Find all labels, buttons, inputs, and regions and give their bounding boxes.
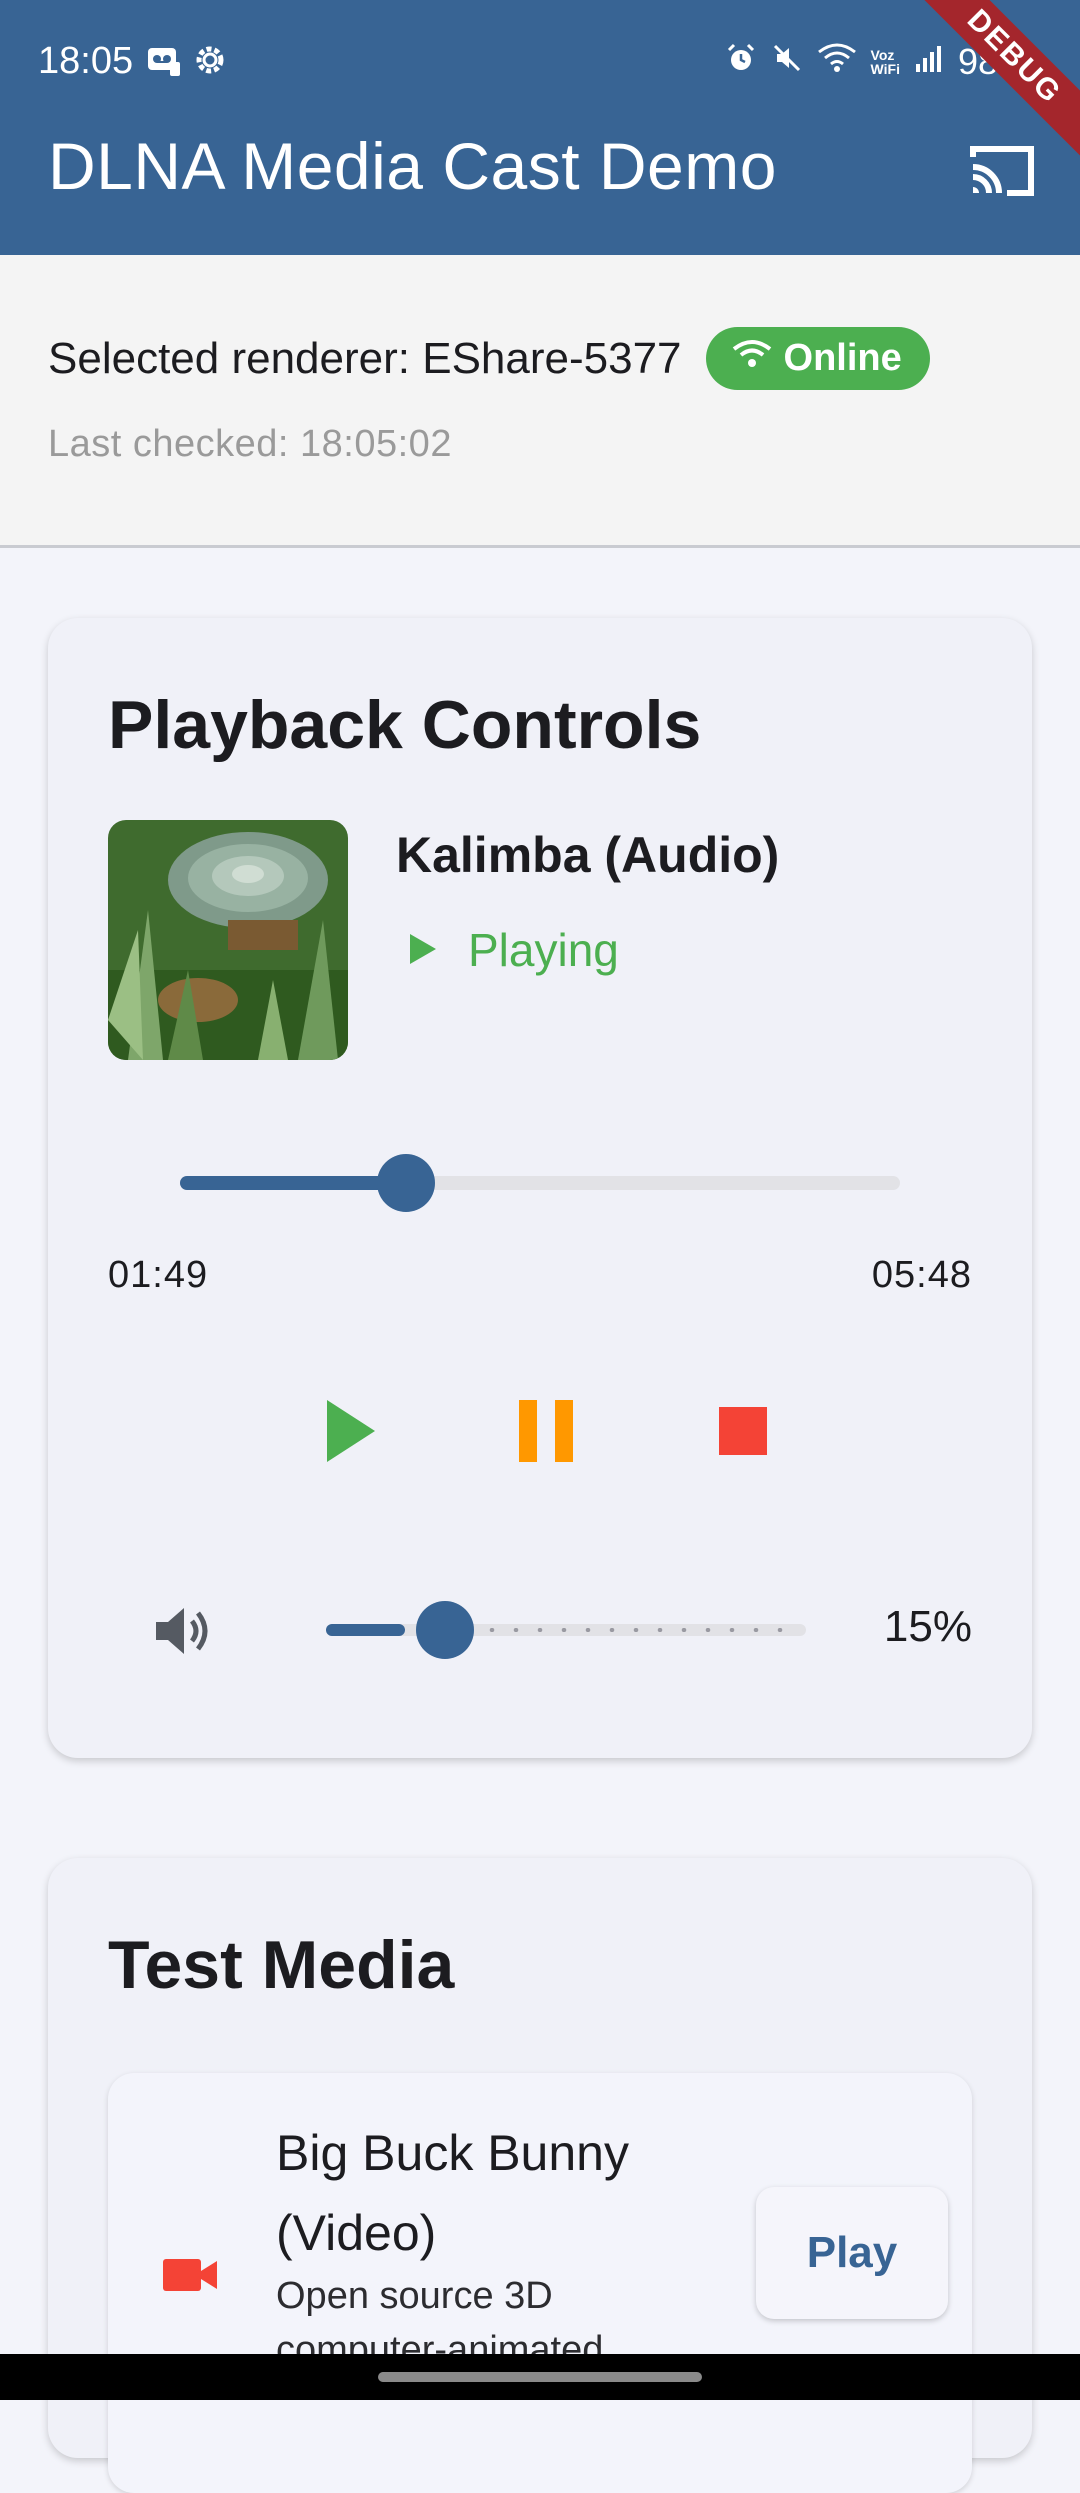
track-duration: 05:48 xyxy=(871,1254,972,1296)
volume-percent: 15% xyxy=(883,1602,972,1651)
home-gesture-handle[interactable] xyxy=(378,2372,702,2382)
settings-gear-icon xyxy=(192,42,228,83)
playback-controls-title: Playback Controls xyxy=(108,687,702,763)
last-checked-text: Last checked: 18:05:02 xyxy=(48,423,452,465)
renderer-row: Selected renderer: EShare-5377 Online xyxy=(48,327,930,390)
voz-wifi-icon: Voz WiFi xyxy=(870,46,900,77)
seek-slider-thumb[interactable] xyxy=(376,1154,435,1212)
selected-renderer-label: Selected renderer: EShare-5377 xyxy=(48,333,682,383)
status-left-icons xyxy=(146,42,228,83)
mute-icon xyxy=(771,41,803,83)
volume-slider[interactable] xyxy=(326,1601,806,1659)
play-icon xyxy=(323,1398,379,1469)
volume-slider-ticks xyxy=(336,1628,796,1632)
stop-icon xyxy=(718,1406,768,1461)
media-title: Big Buck Bunny (Video) xyxy=(276,2125,629,2261)
volume-icon xyxy=(152,1602,214,1665)
video-camera-icon xyxy=(160,2245,220,2305)
cast-icon xyxy=(967,143,1037,204)
pause-button[interactable] xyxy=(501,1388,591,1478)
playback-controls-card: Playback Controls Kalimba (Audio) Playin… xyxy=(48,618,1032,1758)
status-time: 18:05 xyxy=(38,40,134,82)
playing-icon xyxy=(408,923,438,977)
album-art-thumbnail xyxy=(108,820,348,1060)
track-title: Kalimba (Audio) xyxy=(396,827,780,883)
pause-icon xyxy=(517,1398,575,1469)
volume-slider-thumb[interactable] xyxy=(416,1601,474,1659)
seek-slider-fill xyxy=(180,1176,406,1190)
system-nav-bar xyxy=(0,2354,1080,2400)
wifi-icon xyxy=(732,337,772,380)
online-status-badge: Online xyxy=(705,327,930,390)
playback-state-text: Playing xyxy=(468,924,619,976)
volume-slider-fill xyxy=(326,1624,405,1636)
app-title: DLNA Media Cast Demo xyxy=(48,129,777,203)
cast-button[interactable] xyxy=(962,138,1042,208)
seek-slider[interactable] xyxy=(180,1154,900,1212)
voicemail-icon xyxy=(146,42,182,83)
test-media-title: Test Media xyxy=(108,1927,455,2003)
renderer-panel: Selected renderer: EShare-5377 Online La… xyxy=(0,255,1080,548)
signal-icon xyxy=(914,41,944,83)
online-status-text: Online xyxy=(783,337,902,379)
volume-button[interactable] xyxy=(148,1598,218,1668)
playback-state: Playing xyxy=(408,923,619,977)
stop-button[interactable] xyxy=(698,1388,788,1478)
play-button[interactable] xyxy=(306,1388,396,1478)
wifi-icon xyxy=(817,41,857,83)
alarm-icon xyxy=(725,41,757,83)
list-item[interactable]: Big Buck Bunny (Video) Open source 3D co… xyxy=(108,2073,972,2493)
media-play-button[interactable]: Play xyxy=(756,2187,948,2319)
current-position: 01:49 xyxy=(108,1254,209,1296)
app-bar: 18:05 Voz WiFi 98 DLNA Media Cast Demo D… xyxy=(0,0,1080,255)
